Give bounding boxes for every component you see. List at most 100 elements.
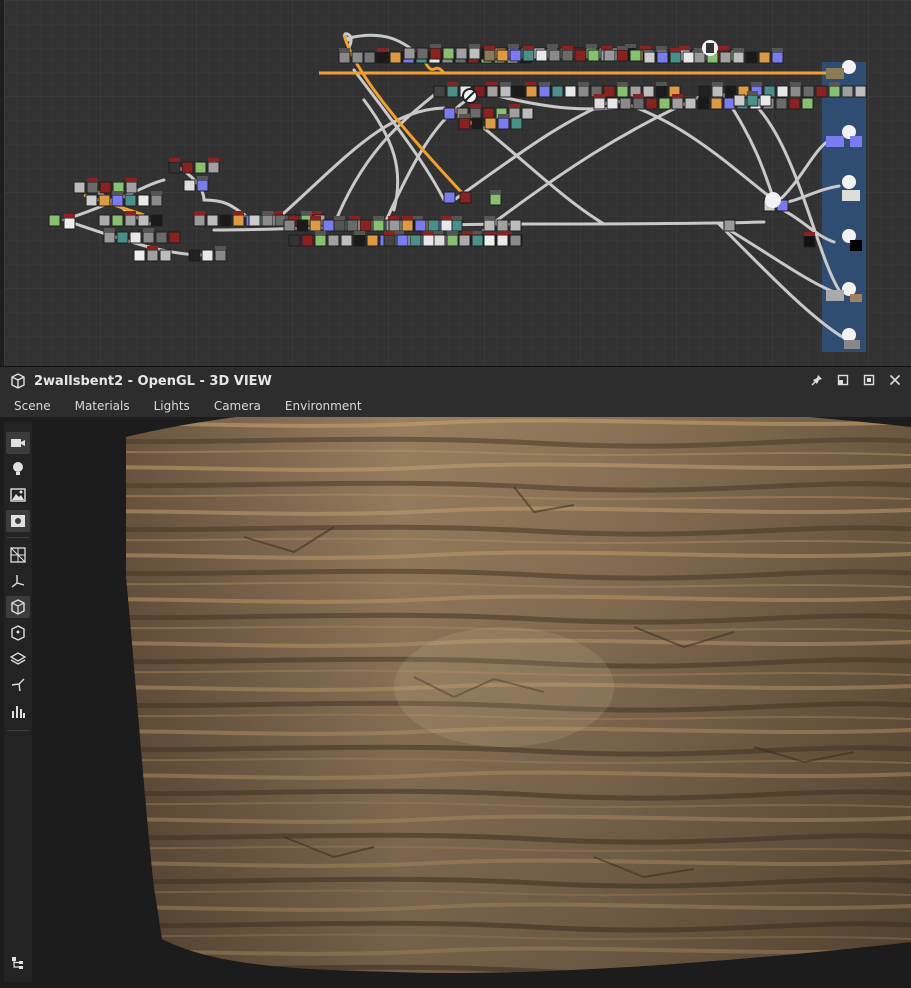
graph-node[interactable] [455,47,468,60]
graph-node[interactable] [322,219,335,232]
graph-node[interactable] [509,49,522,62]
graph-node[interactable] [150,214,163,227]
graph-node[interactable] [443,107,456,120]
graph-node[interactable] [525,85,538,98]
close-icon[interactable] [887,372,903,388]
graph-node[interactable] [359,219,372,232]
graph-node[interactable] [496,49,509,62]
graph-node[interactable] [697,97,710,110]
graph-node[interactable] [168,161,181,174]
graph-node[interactable] [510,117,523,130]
lightning-icon[interactable] [6,674,30,696]
graph-node[interactable] [548,49,561,62]
graph-node[interactable] [389,51,402,64]
graph-node[interactable] [314,234,327,247]
graph-node[interactable] [98,214,111,227]
graph-node[interactable] [656,51,669,64]
graph-node[interactable] [414,219,427,232]
graph-node[interactable] [403,47,416,60]
graph-node[interactable] [489,193,502,206]
cube-solid-icon[interactable] [6,596,30,618]
graph-node[interactable] [446,234,459,247]
camera-icon[interactable] [6,432,30,454]
graph-node[interactable] [111,194,124,207]
axis-icon[interactable] [6,570,30,592]
graph-node[interactable] [133,249,146,262]
graph-node[interactable] [854,85,867,98]
graph-node[interactable] [376,51,389,64]
graph-node[interactable] [124,194,137,207]
graph-node[interactable] [137,194,150,207]
graph-node[interactable] [509,219,522,232]
graph-node[interactable] [828,85,841,98]
graph-node[interactable] [788,97,801,110]
restore-icon[interactable] [835,372,851,388]
graph-node[interactable] [301,234,314,247]
maximize-icon[interactable] [861,372,877,388]
graph-node[interactable] [619,97,632,110]
graph-node[interactable] [574,49,587,62]
graph-node[interactable] [484,117,497,130]
graph-node[interactable] [561,49,574,62]
graph-node[interactable] [802,85,815,98]
graph-node[interactable] [643,51,656,64]
graph-node[interactable] [183,179,196,192]
graph-node[interactable] [469,107,482,120]
cube-wire-icon[interactable] [6,622,30,644]
graph-node[interactable] [606,97,619,110]
graph-node[interactable] [155,231,168,244]
graph-node[interactable] [512,85,525,98]
graph-node[interactable] [642,85,655,98]
graph-node[interactable] [499,85,512,98]
graph-node[interactable] [353,234,366,247]
graph-node[interactable] [388,219,401,232]
display-settings-icon[interactable] [6,510,30,532]
graph-node[interactable] [746,94,759,107]
graph-node[interactable] [723,219,736,232]
graph-node[interactable] [801,97,814,110]
graph-node[interactable] [711,85,724,98]
graph-node[interactable] [803,235,816,248]
graph-node[interactable] [416,47,429,60]
graph-node[interactable] [682,51,695,64]
graph-node[interactable] [429,47,442,60]
graph-node[interactable] [483,49,496,62]
graph-node[interactable] [655,85,668,98]
grid-icon[interactable] [6,544,30,566]
graph-node[interactable] [146,249,159,262]
graph-node[interactable] [333,219,346,232]
graph-node[interactable] [815,85,828,98]
graph-node[interactable] [206,214,219,227]
graph-node[interactable] [181,161,194,174]
graph-node[interactable] [73,181,86,194]
graph-node[interactable] [723,97,736,110]
graph-node[interactable] [603,85,616,98]
graph-node[interactable] [396,234,409,247]
light-bulb-icon[interactable] [6,458,30,480]
graph-node[interactable] [346,219,359,232]
graph-node[interactable] [471,234,484,247]
graph-node[interactable] [443,191,456,204]
graph-node[interactable] [207,161,220,174]
graph-node[interactable] [632,97,645,110]
graph-node[interactable] [522,49,535,62]
menu-camera[interactable]: Camera [200,399,271,413]
graph-node[interactable] [193,214,206,227]
graph-node[interactable] [248,214,261,227]
graph-node[interactable] [684,97,697,110]
graph-node[interactable] [372,219,385,232]
graph-node[interactable] [616,49,629,62]
graph-node[interactable] [496,219,509,232]
graph-node[interactable] [440,219,453,232]
graph-node[interactable] [719,51,732,64]
graph-node[interactable] [86,181,99,194]
graph-node[interactable] [450,219,463,232]
graph-node[interactable] [214,249,227,262]
chart-icon[interactable] [6,700,30,722]
graph-node[interactable] [459,191,472,204]
graph-node[interactable] [509,234,522,247]
graph-node[interactable] [483,234,496,247]
graph-node[interactable] [194,161,207,174]
graph-node[interactable] [710,97,723,110]
graph-node[interactable] [551,85,564,98]
